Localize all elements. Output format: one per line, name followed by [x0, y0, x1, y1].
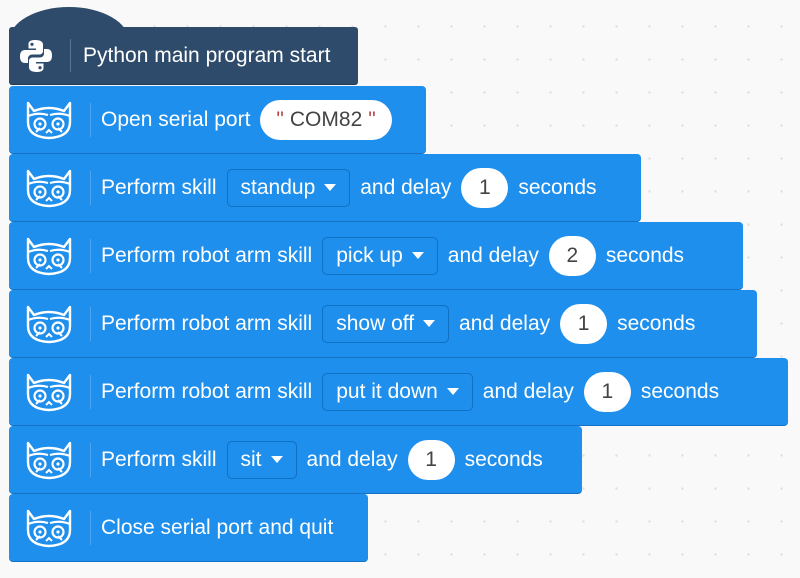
close-serial-port-block[interactable]: Close serial port and quit — [9, 494, 368, 561]
robot-cat-icon — [21, 302, 77, 346]
arm-skill-dropdown[interactable]: pick up — [322, 236, 438, 275]
caret-down-icon — [423, 320, 436, 327]
block-label: Perform skill — [101, 447, 217, 471]
delay-input[interactable]: 1 — [560, 303, 608, 344]
serial-port-input[interactable]: " COM82 " — [260, 99, 392, 140]
open-serial-port-block[interactable]: Open serial port " COM82 " — [9, 86, 426, 153]
and-delay-label: and delay — [482, 379, 574, 403]
seconds-label: seconds — [518, 175, 597, 199]
python-main-start-block[interactable]: Python main program start — [9, 27, 358, 84]
block-label: Perform robot arm skill — [101, 311, 313, 335]
arm-skill-dropdown-value: show off — [336, 311, 415, 335]
perform-skill-block[interactable]: Perform skill sit and delay 1 seconds — [9, 426, 582, 493]
block-label: Perform robot arm skill — [101, 243, 313, 267]
robot-cat-icon — [21, 438, 77, 482]
code-workspace[interactable]: Python main program start Open serial po… — [0, 0, 800, 578]
skill-dropdown[interactable]: sit — [226, 440, 297, 479]
perform-arm-skill-block[interactable]: Perform robot arm skill show off and del… — [9, 290, 757, 357]
caret-down-icon — [411, 252, 424, 259]
seconds-label: seconds — [617, 311, 696, 335]
block-label: Close serial port and quit — [101, 515, 334, 539]
block-separator — [90, 511, 91, 545]
block-separator — [90, 239, 91, 273]
delay-input[interactable]: 1 — [407, 439, 455, 480]
robot-cat-icon — [21, 234, 77, 278]
block-separator — [70, 39, 71, 72]
caret-down-icon — [324, 184, 337, 191]
arm-skill-dropdown[interactable]: put it down — [322, 372, 473, 411]
perform-arm-skill-block[interactable]: Perform robot arm skill pick up and dela… — [9, 222, 743, 289]
robot-cat-icon — [21, 98, 77, 142]
robot-cat-icon — [21, 370, 77, 414]
quote-close: " — [368, 107, 376, 131]
and-delay-label: and delay — [306, 447, 398, 471]
robot-cat-icon — [21, 506, 77, 550]
seconds-label: seconds — [464, 447, 543, 471]
block-separator — [90, 375, 91, 409]
block-separator — [90, 307, 91, 341]
and-delay-label: and delay — [459, 311, 551, 335]
delay-input[interactable]: 1 — [583, 371, 631, 412]
python-logo-icon — [9, 27, 62, 84]
perform-arm-skill-block[interactable]: Perform robot arm skill put it down and … — [9, 358, 788, 425]
skill-dropdown[interactable]: standup — [226, 168, 351, 207]
arm-skill-dropdown-value: put it down — [336, 379, 438, 403]
arm-skill-dropdown-value: pick up — [336, 243, 403, 267]
block-separator — [90, 171, 91, 205]
arm-skill-dropdown[interactable]: show off — [322, 304, 450, 343]
caret-down-icon — [446, 388, 459, 395]
block-separator — [90, 443, 91, 477]
delay-input[interactable]: 2 — [548, 235, 596, 276]
block-label: Perform skill — [101, 175, 217, 199]
caret-down-icon — [270, 456, 283, 463]
skill-dropdown-value: sit — [240, 447, 262, 471]
and-delay-label: and delay — [447, 243, 539, 267]
block-label: Perform robot arm skill — [101, 379, 313, 403]
serial-port-value: COM82 — [289, 107, 363, 131]
delay-input[interactable]: 1 — [461, 167, 509, 208]
robot-cat-icon — [21, 166, 77, 210]
perform-skill-block[interactable]: Perform skill standup and delay 1 second… — [9, 154, 641, 221]
hat-block-label: Python main program start — [83, 44, 331, 67]
skill-dropdown-value: standup — [240, 175, 316, 199]
block-separator — [90, 103, 91, 137]
quote-open: " — [276, 107, 284, 131]
seconds-label: seconds — [640, 379, 720, 403]
block-label: Open serial port — [101, 107, 251, 131]
seconds-label: seconds — [605, 243, 685, 267]
and-delay-label: and delay — [360, 175, 452, 199]
